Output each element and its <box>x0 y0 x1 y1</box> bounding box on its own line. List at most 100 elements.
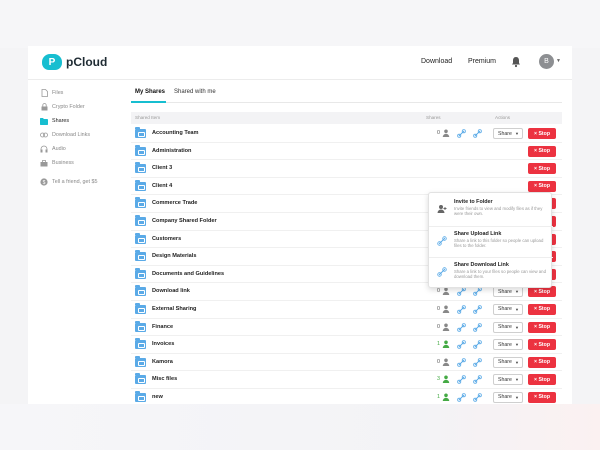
shared-item-name[interactable]: Administration <box>152 148 191 154</box>
upload-link-icon[interactable] <box>457 305 466 314</box>
share-button[interactable]: Share▼ <box>493 303 523 315</box>
table-row[interactable]: Administration × Stop <box>131 143 562 161</box>
user-icon <box>442 129 450 137</box>
tab-shared-with-me[interactable]: Shared with me <box>174 89 216 95</box>
user-icon <box>442 305 450 313</box>
shared-item-name[interactable]: Design Materials <box>152 253 196 259</box>
sidebar-item-download-links[interactable]: Download Links <box>40 128 126 142</box>
shared-folder-icon <box>135 338 146 350</box>
stop-sharing-button[interactable]: × Stop <box>528 128 556 139</box>
stop-sharing-button[interactable]: × Stop <box>528 339 556 351</box>
download-link-icon[interactable] <box>473 357 482 367</box>
share-button-label: Share <box>498 394 512 401</box>
shared-item-name[interactable]: Company Shared Folder <box>152 218 217 224</box>
shared-folder-icon <box>135 232 146 244</box>
share-button[interactable]: Share▼ <box>493 374 523 386</box>
download-link-icon[interactable] <box>473 375 482 385</box>
shared-item-name[interactable]: Misc files <box>152 376 177 382</box>
shared-item-name[interactable]: Kamora <box>152 359 173 365</box>
user-icon <box>442 323 450 331</box>
tab-my-shares[interactable]: My Shares <box>135 89 165 95</box>
share-button-label: Share <box>498 376 512 383</box>
share-button[interactable]: Share▼ <box>493 391 523 403</box>
shared-item-name[interactable]: Invoices <box>152 341 174 347</box>
upload-link-icon[interactable] <box>457 375 466 385</box>
download-link-icon[interactable] <box>473 305 482 314</box>
download-link-icon[interactable] <box>473 393 482 402</box>
sidebar-item-shares[interactable]: Shares <box>40 114 126 128</box>
upload-link-icon[interactable] <box>457 340 466 349</box>
share-button[interactable]: Share▼ <box>493 356 523 368</box>
upload-link-icon[interactable] <box>457 357 466 367</box>
shared-folder-icon <box>135 267 146 279</box>
stop-sharing-button[interactable]: × Stop <box>528 321 556 333</box>
share-download-link-option[interactable]: Share Download Link Share a link to your… <box>429 258 553 288</box>
download-link-icon[interactable] <box>473 322 482 332</box>
share-upload-link-option[interactable]: Share Upload Link Share a link to this f… <box>429 227 553 257</box>
download-link-icon[interactable] <box>473 340 482 349</box>
stop-sharing-button[interactable]: × Stop <box>528 163 556 175</box>
download-link-icon <box>437 267 447 277</box>
share-button[interactable]: Share▼ <box>493 339 523 351</box>
chevron-down-icon[interactable]: ▼ <box>556 58 561 64</box>
shared-item-name[interactable]: Accounting Team <box>152 130 199 136</box>
sidebar-item-label: Crypto Folder <box>52 104 85 110</box>
table-row[interactable]: Kamora 0 Share ▼ × Stop <box>131 354 562 372</box>
shared-item-name[interactable]: Documents and Guidelines <box>152 271 224 277</box>
share-button[interactable]: Share▼ <box>493 321 523 333</box>
shared-folder-icon <box>135 390 146 402</box>
column-header-shares[interactable]: Shares <box>426 115 441 120</box>
bell-icon[interactable] <box>510 56 522 68</box>
shared-item-name[interactable]: External Sharing <box>152 306 196 312</box>
upload-link-icon[interactable] <box>457 129 466 138</box>
chevron-down-icon: ▼ <box>515 324 519 330</box>
share-button-label: Share <box>498 324 512 331</box>
download-link-icon[interactable] <box>473 129 482 138</box>
shared-item-name[interactable]: Customers <box>152 236 181 242</box>
share-count: 0 <box>437 130 440 136</box>
nav-premium-link[interactable]: Premium <box>468 58 496 65</box>
shared-item-name[interactable]: Commerce Trade <box>152 200 197 206</box>
stop-sharing-button[interactable]: × Stop <box>528 391 556 403</box>
sidebar-item-crypto-folder[interactable]: Crypto Folder <box>40 100 126 114</box>
lock-icon <box>40 103 48 111</box>
nav-download-link[interactable]: Download <box>421 58 452 65</box>
sidebar-item-files[interactable]: Files <box>40 86 126 100</box>
svg-text:$: $ <box>43 180 46 186</box>
stop-sharing-button[interactable]: × Stop <box>528 374 556 386</box>
stop-sharing-button[interactable]: × Stop <box>528 356 556 368</box>
user-avatar[interactable]: B <box>539 54 554 69</box>
table-row[interactable]: Client 3 × Stop <box>131 160 562 178</box>
column-header-shared-item[interactable]: Shared Item <box>135 115 160 120</box>
shared-folder-icon <box>135 285 146 297</box>
upload-link-icon[interactable] <box>457 287 466 297</box>
stop-sharing-button[interactable]: × Stop <box>528 145 556 157</box>
table-row[interactable]: Invoices 1 Share ▼ × Stop <box>131 336 562 354</box>
shared-item-name[interactable]: Download link <box>152 288 190 294</box>
shared-item-name[interactable]: Client 4 <box>152 183 172 189</box>
shared-folder-icon <box>135 250 146 262</box>
table-row[interactable]: Accounting Team 0 Share ▼ × Stop <box>131 125 562 143</box>
shared-item-name[interactable]: Client 3 <box>152 165 172 171</box>
app-window: P pCloud Download Premium B ▼ Files Cryp… <box>28 46 572 404</box>
upload-link-icon[interactable] <box>457 322 466 332</box>
shared-item-name[interactable]: Finance <box>152 324 173 330</box>
sidebar-referral-link[interactable]: $ Tell a friend, get $5 <box>40 175 126 189</box>
column-header-actions: Actions <box>495 115 511 120</box>
invite-to-folder-option[interactable]: Invite to Folder Invite friends to view … <box>429 195 553 225</box>
share-button[interactable]: Share▼ <box>493 128 523 139</box>
sidebar-item-business[interactable]: Business <box>40 156 126 170</box>
table-row[interactable]: Misc files 3 Share ▼ × Stop <box>131 371 562 389</box>
download-link-icon[interactable] <box>473 287 482 297</box>
upload-link-icon[interactable] <box>457 393 466 402</box>
table-row[interactable]: External Sharing 0 Share ▼ × Stop <box>131 301 562 319</box>
stop-sharing-button[interactable]: × Stop <box>528 303 556 315</box>
table-row[interactable]: Finance 0 Share ▼ × Stop <box>131 319 562 337</box>
stop-sharing-button[interactable]: × Stop <box>528 180 556 192</box>
dollar-icon: $ <box>40 178 48 186</box>
shared-item-name[interactable]: new <box>152 394 163 400</box>
pcloud-logo[interactable]: P pCloud <box>42 54 107 70</box>
table-row[interactable]: new 1 Share ▼ × Stop <box>131 389 562 404</box>
upload-link-icon <box>437 236 447 246</box>
sidebar-item-audio[interactable]: Audio <box>40 142 126 156</box>
